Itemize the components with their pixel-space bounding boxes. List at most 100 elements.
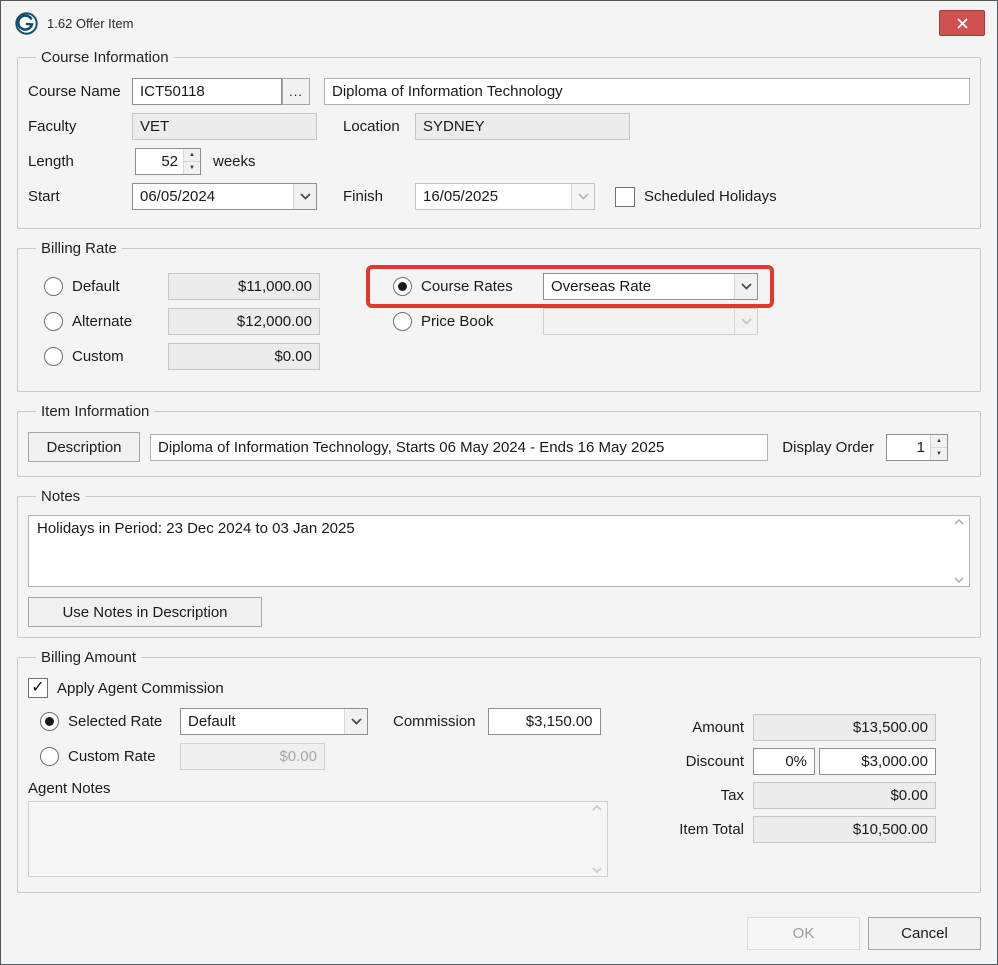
discount-amount-field[interactable]: $3,000.00 [819, 748, 936, 775]
notes-group: Notes Holidays in Period: 23 Dec 2024 to… [17, 488, 981, 638]
course-rates-label: Course Rates [421, 278, 543, 295]
course-rates-radio[interactable] [393, 277, 412, 296]
custom-rate-field: $0.00 [168, 343, 320, 370]
amount-field: $13,500.00 [753, 714, 936, 741]
course-name-label: Course Name [28, 83, 132, 100]
finish-label: Finish [343, 188, 415, 205]
default-rate-row: Default $11,000.00 [28, 273, 345, 300]
billing-rate-group: Billing Rate Default $11,000.00 Alternat… [17, 240, 981, 392]
course-rates-dropdown-button[interactable] [734, 274, 757, 299]
default-radio[interactable] [44, 277, 63, 296]
faculty-row: Faculty VET Location SYDNEY [28, 113, 970, 140]
start-date-dropdown[interactable]: 06/05/2024 [132, 183, 317, 210]
length-stepper[interactable]: 52 ▲ ▼ [135, 148, 201, 175]
display-order-stepper[interactable]: 1 ▲ ▼ [886, 434, 948, 461]
titlebar: 1.62 Offer Item [1, 1, 997, 45]
start-dropdown-button[interactable] [293, 184, 316, 209]
agent-notes-scrollbar [590, 805, 604, 873]
commission-field[interactable]: $3,150.00 [488, 708, 601, 735]
custom-radio-label: Custom [72, 348, 168, 365]
item-information-row: Description Diploma of Information Techn… [28, 432, 970, 462]
agent-notes-textarea [28, 801, 608, 877]
custom-rate-field: $0.00 [180, 743, 325, 770]
course-information-legend: Course Information [36, 49, 174, 66]
use-notes-button[interactable]: Use Notes in Description [28, 597, 262, 627]
item-total-row: Item Total $10,500.00 [656, 816, 936, 843]
dialog-content: Course Information Course Name ICT50118 … [1, 45, 997, 964]
window-title: 1.62 Offer Item [47, 16, 133, 31]
course-title-field[interactable]: Diploma of Information Technology [324, 78, 970, 105]
selected-rate-radio[interactable] [40, 712, 59, 731]
price-book-value [544, 309, 734, 334]
offer-item-dialog: 1.62 Offer Item Course Information Cours… [0, 0, 998, 965]
billing-rate-legend: Billing Rate [36, 240, 122, 257]
notes-textarea[interactable]: Holidays in Period: 23 Dec 2024 to 03 Ja… [28, 515, 970, 587]
finish-date-value: 16/05/2025 [416, 184, 571, 209]
course-name-input[interactable]: ICT50118 [132, 78, 282, 105]
cancel-button[interactable]: Cancel [868, 917, 981, 950]
notes-scrollbar [952, 519, 966, 583]
scheduled-holidays-checkbox[interactable] [615, 187, 635, 207]
tax-label: Tax [656, 787, 744, 804]
item-total-label: Item Total [656, 821, 744, 838]
course-rates-value: Overseas Rate [544, 274, 734, 299]
length-label: Length [28, 153, 132, 170]
spinner-down-icon[interactable]: ▼ [931, 448, 947, 460]
length-row: Length 52 ▲ ▼ weeks [28, 148, 970, 175]
chevron-down-icon [300, 193, 311, 200]
totals-panel: Amount $13,500.00 Discount 0% $3,000.00 … [656, 714, 936, 850]
selected-rate-dropdown-button[interactable] [344, 709, 367, 734]
alternate-radio[interactable] [44, 312, 63, 331]
finish-dropdown-button [571, 184, 594, 209]
radio-dot [45, 717, 54, 726]
app-icon [15, 12, 38, 35]
checkmark-icon: ✓ [31, 680, 44, 696]
alternate-rate-row: Alternate $12,000.00 [28, 308, 345, 335]
course-browse-button[interactable]: ... [282, 78, 310, 105]
item-information-group: Item Information Description Diploma of … [17, 403, 981, 477]
faculty-field: VET [132, 113, 317, 140]
course-information-group: Course Information Course Name ICT50118 … [17, 49, 981, 229]
faculty-label: Faculty [28, 118, 132, 135]
description-button[interactable]: Description [28, 432, 140, 462]
selected-rate-label: Selected Rate [68, 713, 180, 730]
finish-date-dropdown: 16/05/2025 [415, 183, 595, 210]
amount-row: Amount $13,500.00 [656, 714, 936, 741]
chevron-down-icon [741, 318, 752, 325]
selected-rate-value: Default [181, 709, 344, 734]
location-field: SYDNEY [415, 113, 630, 140]
custom-rate-label: Custom Rate [68, 748, 180, 765]
close-icon [957, 18, 968, 29]
price-book-dropdown-button [734, 309, 757, 334]
spinner-down-icon[interactable]: ▼ [184, 162, 200, 174]
spinner-up-icon[interactable]: ▲ [931, 435, 947, 448]
discount-percent-field[interactable]: 0% [753, 748, 815, 775]
scroll-down-icon[interactable] [954, 577, 964, 583]
course-rates-row: Course Rates Overseas Rate [377, 273, 758, 300]
price-book-label: Price Book [421, 313, 543, 330]
item-information-legend: Item Information [36, 403, 154, 420]
display-order-label: Display Order [782, 439, 874, 456]
start-label: Start [28, 188, 132, 205]
radio-dot [398, 282, 407, 291]
chevron-down-icon [578, 193, 589, 200]
tax-field: $0.00 [753, 782, 936, 809]
custom-rate-radio[interactable] [40, 747, 59, 766]
billing-rate-left: Default $11,000.00 Alternate $12,000.00 … [28, 265, 345, 378]
close-button[interactable] [939, 10, 985, 36]
price-book-dropdown [543, 308, 758, 335]
course-rates-dropdown[interactable]: Overseas Rate [543, 273, 758, 300]
display-order-value: 1 [887, 435, 930, 460]
custom-radio[interactable] [44, 347, 63, 366]
alternate-radio-label: Alternate [72, 313, 168, 330]
footer: OK Cancel [17, 909, 981, 950]
selected-rate-dropdown[interactable]: Default [180, 708, 368, 735]
spinner-up-icon[interactable]: ▲ [184, 149, 200, 162]
apply-commission-checkbox[interactable]: ✓ [28, 678, 48, 698]
chevron-down-icon [351, 718, 362, 725]
scroll-up-icon[interactable] [954, 519, 964, 525]
length-value: 52 [136, 149, 183, 174]
price-book-radio[interactable] [393, 312, 412, 331]
alternate-rate-field: $12,000.00 [168, 308, 320, 335]
description-field[interactable]: Diploma of Information Technology, Start… [150, 434, 768, 461]
